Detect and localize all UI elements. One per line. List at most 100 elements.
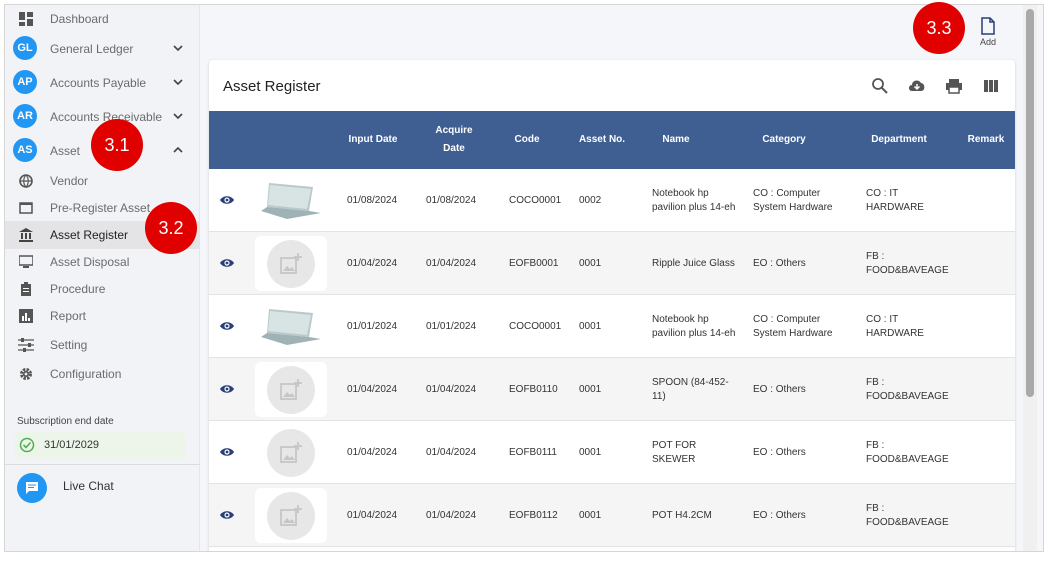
cell-category: EO : Others [753, 509, 806, 521]
sidebar-item-label: Procedure [50, 282, 106, 296]
table-row[interactable]: 01/04/2024 01/04/2024 EOFB0111 0001 POT FOR … [209, 421, 1015, 484]
report-icon [18, 308, 34, 324]
divider [5, 464, 200, 465]
cell-name: Ripple Juice Glass [652, 257, 735, 269]
cell-department: CO : IT HARDWARE [866, 313, 924, 339]
cell-code: EOFB0110 [509, 383, 558, 395]
add-image-icon [280, 441, 302, 463]
asset-thumbnail [255, 236, 327, 291]
sidebar: Dashboard GL General Ledger AP Accounts … [5, 5, 200, 551]
sidebar-item-label: Asset [50, 144, 81, 158]
asset-thumbnail [255, 173, 327, 228]
cell-name: Notebook hp pavilion plus 14-eh [652, 187, 736, 213]
column-header-name[interactable]: Name [646, 111, 706, 169]
sidebar-item-label: Vendor [50, 174, 89, 188]
clipboard-icon [18, 281, 34, 297]
column-header-asset-no[interactable]: Asset No. [577, 111, 627, 169]
subscription-label: Subscription end date [17, 416, 114, 427]
window-icon [18, 200, 34, 216]
cell-name: POT H4.2CM [652, 509, 712, 521]
view-eye-icon[interactable] [219, 382, 235, 396]
cell-input-date: 01/04/2024 [347, 446, 398, 458]
sidebar-item-dashboard[interactable]: Dashboard [5, 5, 200, 33]
print-icon[interactable] [945, 77, 963, 95]
view-eye-icon[interactable] [219, 445, 235, 459]
cell-name: SPOON (84-452-11) [652, 376, 729, 402]
gear-icon [18, 366, 34, 382]
cell-asset-no: 0001 [579, 257, 602, 269]
callout-3-1: 3.1 [91, 119, 143, 171]
column-header-code[interactable]: Code [503, 111, 551, 169]
cell-asset-no: 0001 [579, 320, 602, 332]
cell-code: EOFB0001 [509, 257, 559, 269]
check-circle-icon [19, 437, 35, 453]
column-header-category[interactable]: Category [744, 111, 824, 169]
cell-category: CO : Computer System Hardware [753, 313, 833, 339]
column-header-remark[interactable]: Remark [961, 111, 1011, 169]
column-header-input-date[interactable]: Input Date [345, 111, 401, 169]
column-header-acquire-date[interactable]: Acquire Date [424, 111, 484, 169]
sidebar-item-accounts-payable[interactable]: AP Accounts Payable [5, 68, 200, 96]
cell-category: EO : Others [753, 383, 806, 395]
view-eye-icon[interactable] [219, 319, 235, 333]
cell-department: CO : IT HARDWARE [866, 187, 924, 213]
page-title: Asset Register [223, 78, 321, 95]
cell-category: EO : Others [753, 446, 806, 458]
cell-input-date: 01/01/2024 [347, 320, 398, 332]
cell-code: COCO0001 [509, 320, 562, 332]
globe-icon [18, 173, 34, 189]
search-icon[interactable] [871, 77, 889, 95]
live-chat-label[interactable]: Live Chat [63, 479, 114, 493]
columns-icon[interactable] [982, 77, 1000, 95]
image-placeholder [267, 239, 315, 288]
chevron-down-icon [173, 45, 183, 52]
laptop-image [261, 308, 321, 345]
cell-acquire-date: 01/01/2024 [426, 320, 477, 332]
sidebar-item-label: Accounts Payable [50, 76, 147, 90]
gl-avatar: GL [13, 36, 37, 60]
callout-3-3: 3.3 [913, 2, 965, 54]
asset-thumbnail [255, 362, 327, 417]
table-header: Input Date Acquire Date Code Asset No. N… [209, 111, 1015, 169]
scrollbar-thumb[interactable] [1026, 9, 1034, 397]
cell-remark [969, 421, 1009, 484]
table-row[interactable]: 01/08/2024 01/08/2024 COCO0001 0002 Notebook… [209, 169, 1015, 232]
live-chat-button[interactable] [17, 473, 47, 503]
sidebar-item-procedure[interactable]: Procedure [5, 275, 200, 303]
column-header-department[interactable]: Department [859, 111, 939, 169]
asset-thumbnail [255, 425, 327, 480]
sidebar-item-setting[interactable]: Setting [5, 331, 200, 359]
sidebar-item-label: Report [50, 309, 87, 323]
chevron-down-icon [173, 113, 183, 120]
table-row[interactable]: 01/04/2024 01/04/2024 EOFB0001 0001 Ripple J… [209, 232, 1015, 295]
table-row[interactable]: 01/04/2024 01/04/2024 EOFB0112 0001 POT H4.2… [209, 484, 1015, 547]
table-row[interactable]: 01/01/2024 01/01/2024 COCO0001 0001 Notebook… [209, 295, 1015, 358]
view-eye-icon[interactable] [219, 193, 235, 207]
cell-acquire-date: 01/04/2024 [426, 257, 477, 269]
cell-input-date: 01/04/2024 [347, 257, 398, 269]
cell-input-date: 01/04/2024 [347, 509, 398, 521]
asset-thumbnail [255, 488, 327, 543]
bank-icon [18, 227, 34, 243]
cell-asset-no: 0001 [579, 509, 602, 521]
sidebar-item-label: General Ledger [50, 42, 134, 56]
app-window: Dashboard GL General Ledger AP Accounts … [4, 4, 1044, 552]
cell-asset-no: 0001 [579, 446, 602, 458]
sidebar-item-vendor[interactable]: Vendor [5, 167, 200, 195]
table-row[interactable]: 01/04/2024 01/04/2024 EOFB0110 0001 SPOON (8… [209, 358, 1015, 421]
cell-department: FB : FOOD&BAVEAGE [866, 502, 949, 528]
cell-department: FB : FOOD&BAVEAGE [866, 439, 949, 465]
monitor-icon [18, 254, 34, 270]
cell-remark [969, 484, 1009, 547]
cloud-download-icon[interactable] [908, 77, 926, 95]
cell-name: POT FOR SKEWER [652, 439, 697, 465]
view-eye-icon[interactable] [219, 508, 235, 522]
sidebar-item-label: Asset Disposal [50, 255, 130, 269]
view-eye-icon[interactable] [219, 256, 235, 270]
sidebar-item-configuration[interactable]: Configuration [5, 360, 200, 388]
sidebar-item-general-ledger[interactable]: GL General Ledger [5, 34, 200, 62]
as-avatar: AS [13, 138, 37, 162]
chat-icon [26, 482, 38, 494]
sidebar-item-report[interactable]: Report [5, 302, 200, 330]
add-button[interactable]: Add [973, 17, 1003, 55]
